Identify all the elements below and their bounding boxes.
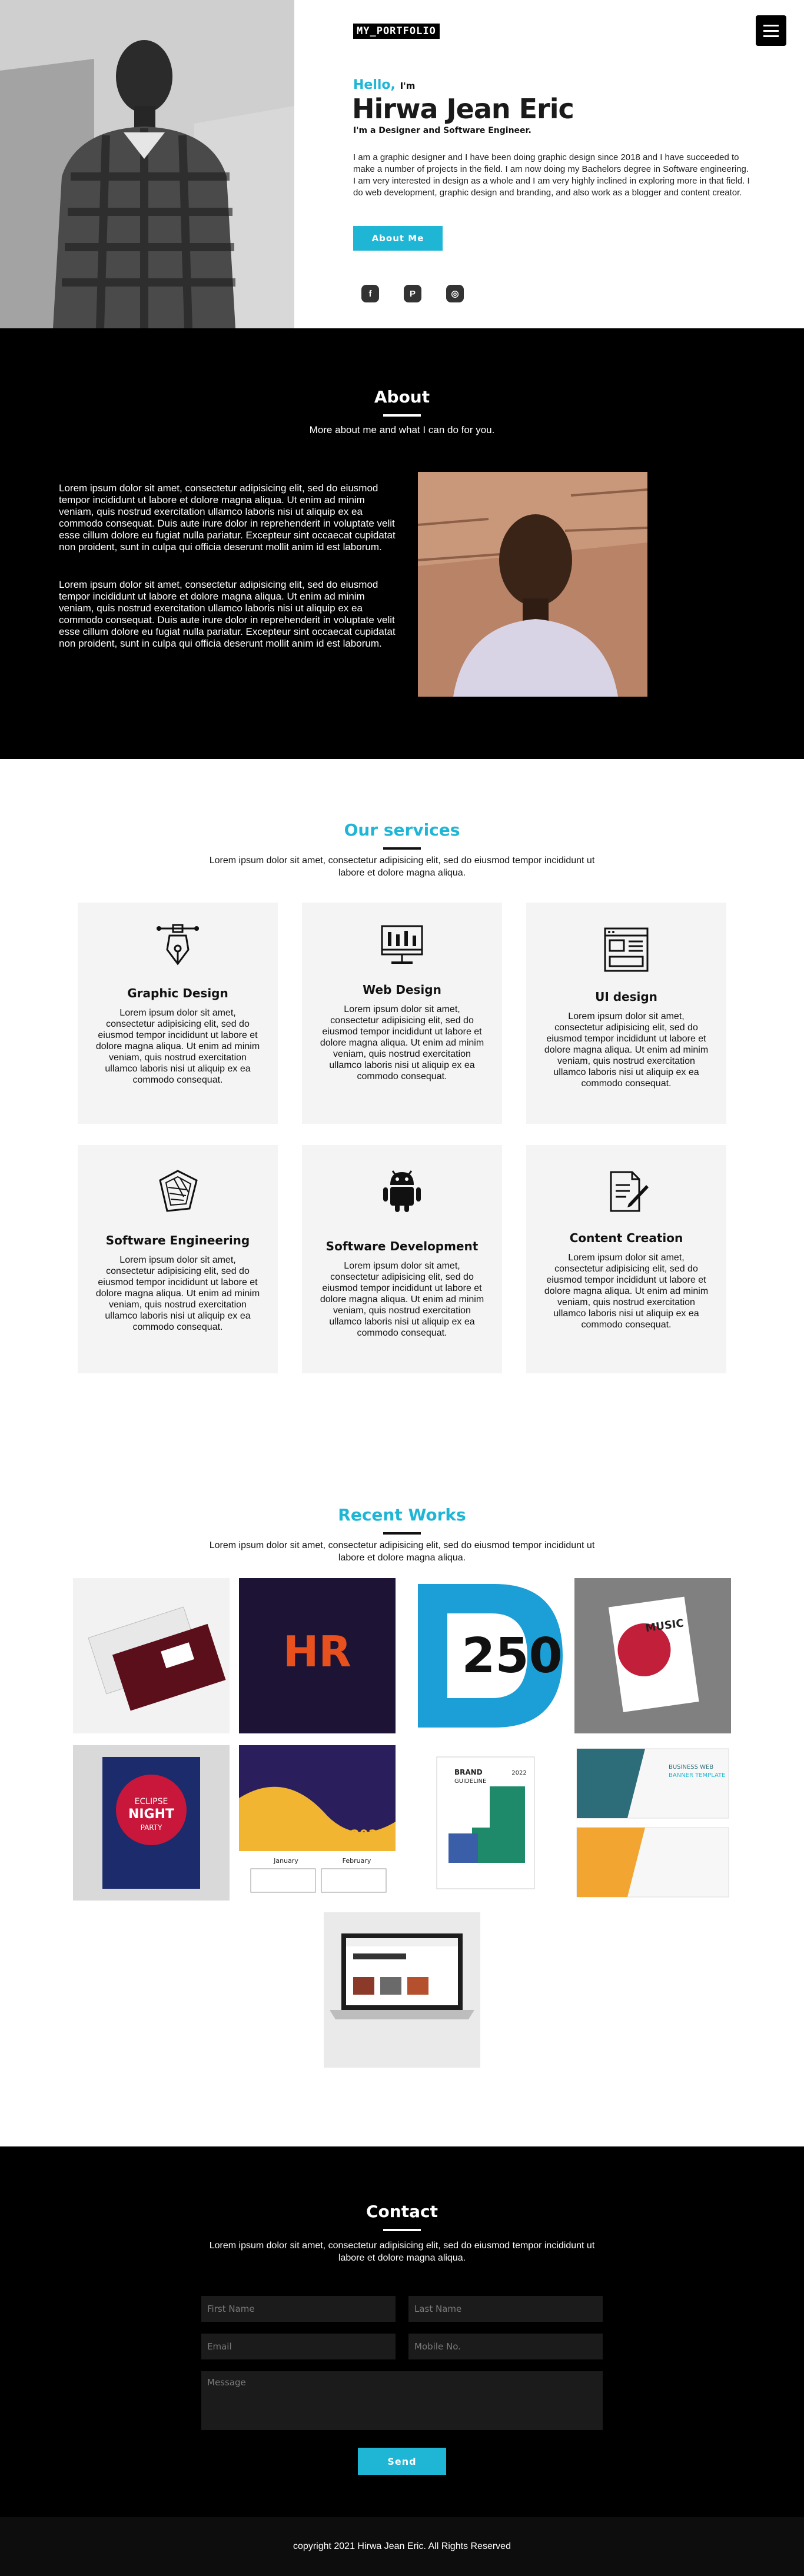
hero-bio: I am a graphic designer and I have been …	[353, 152, 750, 198]
works-subtitle: Lorem ipsum dolor sit amet, consectetur …	[209, 1540, 595, 1563]
work-website-laptop[interactable]	[324, 1912, 480, 2068]
service-card[interactable]: Graphic Design Lorem ipsum dolor sit ame…	[78, 903, 278, 1124]
service-card[interactable]: Software Development Lorem ipsum dolor s…	[302, 1145, 502, 1373]
service-card[interactable]: Software Engineering Lorem ipsum dolor s…	[78, 1145, 278, 1373]
hero-name: Hirwa Jean Eric	[352, 93, 574, 125]
portfolio-page: MY_PORTFOLIO Hello, I'm Hirwa Jean Eric …	[0, 0, 804, 2576]
pinterest-icon[interactable]: P	[404, 285, 421, 302]
greeting-text: Hello,	[353, 78, 396, 92]
works-title-underline	[383, 1532, 421, 1535]
contact-title-underline	[383, 2229, 421, 2231]
d250-text: 250	[461, 1628, 562, 1684]
work-d250-logo[interactable]: 250	[412, 1578, 569, 1733]
message-field[interactable]	[201, 2371, 603, 2430]
service-title: UI design	[595, 990, 657, 1004]
calendar-year: 2022	[350, 1828, 386, 1843]
brand-text-1: BRAND	[454, 1768, 483, 1776]
works-title: Recent Works	[338, 1505, 466, 1525]
work-hr-logo[interactable]: HR	[239, 1578, 396, 1733]
mobile-field[interactable]	[408, 2334, 603, 2359]
social-links: f P ◎	[361, 285, 464, 302]
calendar-month-1: January	[273, 1857, 298, 1865]
hero-greeting: Hello, I'm	[353, 78, 415, 92]
recent-works-section: Recent Works Lorem ipsum dolor sit amet,…	[0, 1444, 804, 2146]
eclipse-text-2: NIGHT	[128, 1807, 174, 1822]
blueprint-icon	[159, 1170, 198, 1212]
about-section: About More about me and what I can do fo…	[0, 328, 804, 759]
first-name-field[interactable]	[201, 2296, 396, 2322]
last-name-field[interactable]	[408, 2296, 603, 2322]
service-title: Software Development	[325, 1239, 479, 1253]
browser-layout-icon	[604, 927, 649, 972]
brand-year: 2022	[511, 1770, 526, 1776]
about-title-underline	[383, 414, 421, 417]
about-title: About	[374, 387, 430, 407]
brand-text-2: GUIDELINE	[454, 1778, 486, 1785]
hero-portrait-photo	[0, 0, 294, 328]
service-card[interactable]: Web Design Lorem ipsum dolor sit amet, c…	[302, 903, 502, 1124]
services-subtitle: Lorem ipsum dolor sit amet, consectetur …	[209, 856, 595, 878]
send-button[interactable]: Send	[358, 2448, 446, 2475]
contact-section: Contact Lorem ipsum dolor sit amet, cons…	[0, 2146, 804, 2576]
service-description: Lorem ipsum dolor sit amet, consectetur …	[320, 1261, 484, 1338]
banner-text-2: BANNER TEMPLATE	[669, 1772, 725, 1779]
service-title: Web Design	[363, 983, 441, 997]
about-portrait-photo	[418, 472, 647, 697]
logo-text: HR	[283, 1627, 351, 1676]
hero-role: I'm a Designer and Software Engineer.	[353, 126, 531, 135]
service-description: Lorem ipsum dolor sit amet, consectetur …	[320, 1004, 484, 1081]
footer-copyright: copyright 2021 Hirwa Jean Eric. All Righ…	[293, 2541, 511, 2551]
about-subtitle: More about me and what I can do for you.	[309, 424, 495, 435]
service-description: Lorem ipsum dolor sit amet, consectetur …	[95, 1008, 260, 1085]
work-brand-guideline[interactable]: BRAND GUIDELINE 2022	[407, 1745, 564, 1901]
site-logo[interactable]: MY_PORTFOLIO	[353, 24, 440, 39]
eclipse-text-1: ECLIPSE	[135, 1797, 168, 1806]
instagram-icon[interactable]: ◎	[446, 285, 464, 302]
about-me-button[interactable]: About Me	[353, 226, 443, 251]
work-calendar-2022[interactable]: 2022 January February	[239, 1745, 396, 1901]
service-card[interactable]: Content Creation Lorem ipsum dolor sit a…	[526, 1145, 726, 1373]
services-section: Our services Lorem ipsum dolor sit amet,…	[0, 759, 804, 1444]
pen-tool-icon	[157, 924, 199, 966]
services-title-underline	[383, 847, 421, 850]
contact-title: Contact	[366, 2202, 438, 2221]
hamburger-menu-icon[interactable]	[756, 15, 786, 46]
about-paragraph-1: Lorem ipsum dolor sit amet, consectetur …	[59, 482, 396, 553]
services-title: Our services	[344, 820, 460, 840]
service-description: Lorem ipsum dolor sit amet, consectetur …	[544, 1253, 709, 1330]
service-title: Content Creation	[569, 1231, 683, 1245]
menu-bar	[763, 35, 779, 37]
service-title: Graphic Design	[127, 986, 228, 1000]
contact-subtitle: Lorem ipsum dolor sit amet, consectetur …	[209, 2241, 595, 2263]
android-icon	[383, 1170, 421, 1212]
facebook-icon[interactable]: f	[361, 285, 379, 302]
service-description: Lorem ipsum dolor sit amet, consectetur …	[95, 1255, 260, 1332]
work-music-flyer[interactable]: MUSIC	[574, 1578, 731, 1733]
hero-section: MY_PORTFOLIO Hello, I'm Hirwa Jean Eric …	[0, 0, 804, 328]
footer: copyright 2021 Hirwa Jean Eric. All Righ…	[0, 2517, 804, 2576]
work-business-cards[interactable]	[73, 1578, 230, 1733]
about-paragraph-2: Lorem ipsum dolor sit amet, consectetur …	[59, 579, 396, 649]
service-card[interactable]: UI design Lorem ipsum dolor sit amet, co…	[526, 903, 726, 1124]
menu-bar	[763, 29, 779, 32]
service-description: Lorem ipsum dolor sit amet, consectetur …	[544, 1011, 709, 1089]
eclipse-text-3: PARTY	[141, 1823, 162, 1832]
email-field[interactable]	[201, 2334, 396, 2359]
monitor-icon	[381, 925, 423, 964]
work-web-banner-template[interactable]: BUSINESS WEB BANNER TEMPLATE	[574, 1745, 731, 1901]
work-eclipse-party-poster[interactable]: ECLIPSE NIGHT PARTY	[73, 1745, 230, 1901]
banner-text-1: BUSINESS WEB	[669, 1764, 713, 1770]
service-title: Software Engineering	[105, 1233, 250, 1247]
menu-bar	[763, 24, 779, 26]
document-pen-icon	[610, 1171, 649, 1212]
greeting-suffix: I'm	[400, 81, 416, 91]
calendar-month-2: February	[343, 1857, 371, 1865]
